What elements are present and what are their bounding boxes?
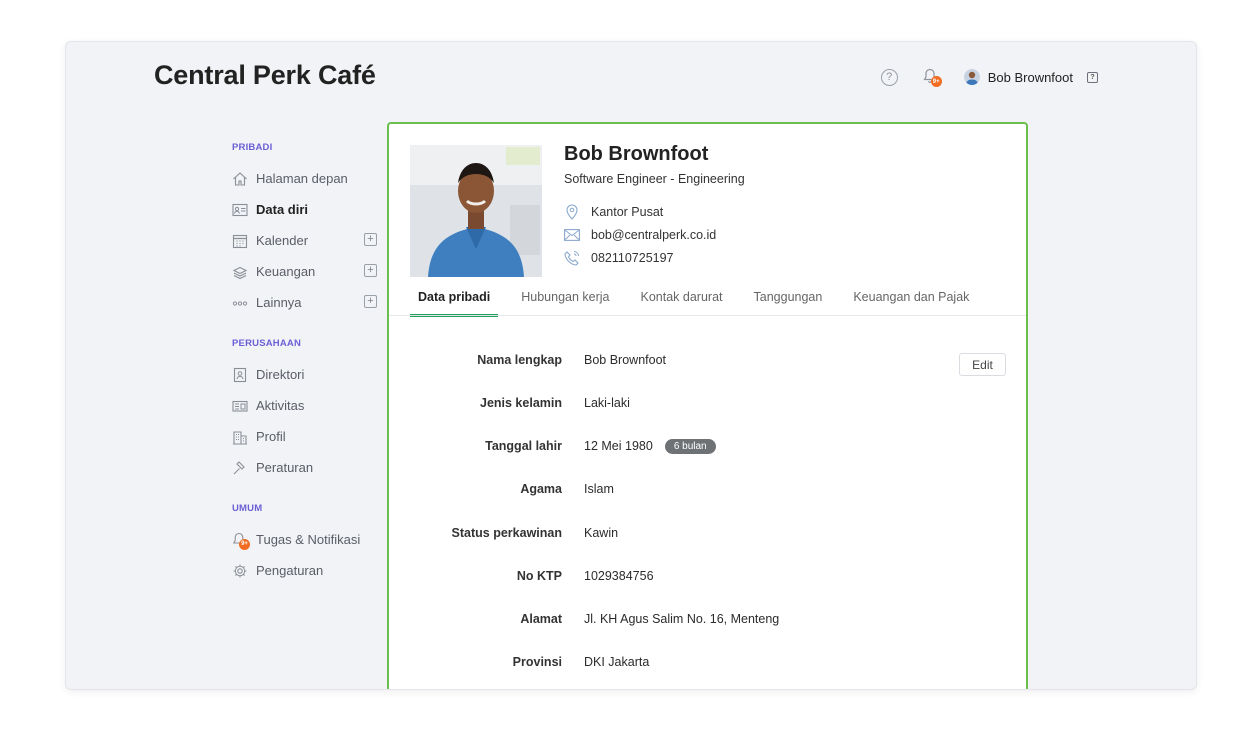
sidebar-item-label: Kalender	[256, 233, 309, 248]
sidebar-item-label: Aktivitas	[256, 398, 305, 413]
sidebar-item-aktivitas[interactable]: Aktivitas	[232, 390, 382, 421]
sidebar-item-label: Keuangan	[256, 264, 316, 279]
sidebar-item-data-diri[interactable]: Data diri	[232, 194, 382, 225]
task-badge: 9+	[239, 538, 250, 550]
top-bar: ? 9+ Bob Brownfoot ?	[880, 66, 1098, 88]
field-label: No KTP	[516, 569, 562, 583]
field-label: Jenis kelamin	[480, 396, 562, 410]
tab-hubungan-kerja[interactable]: Hubungan kerja	[513, 286, 617, 316]
home-icon	[232, 171, 248, 187]
field-value: Bob Brownfoot	[584, 353, 666, 367]
notification-badge: 9+	[930, 76, 942, 87]
field-row: Alamat Jl. KH Agus Salim No. 16, Menteng	[389, 610, 1026, 628]
calendar-icon	[232, 233, 248, 249]
field-row: Tanggal lahir 12 Mei 1980 6 bulan	[389, 437, 1026, 455]
sidebar-item-label: Peraturan	[256, 460, 314, 475]
sidebar-item-tugas-notifikasi[interactable]: 9+ Tugas & Notifikasi	[232, 524, 382, 555]
sidebar-item-profil[interactable]: Profil	[232, 421, 382, 452]
gavel-icon	[232, 460, 248, 476]
directory-icon	[232, 367, 248, 383]
field-value: 12 Mei 1980	[584, 439, 653, 453]
field-label: Tanggal lahir	[485, 439, 562, 453]
field-label: Provinsi	[512, 655, 562, 669]
field-value: DKI Jakarta	[584, 655, 650, 669]
sidebar-item-pengaturan[interactable]: Pengaturan	[232, 555, 382, 586]
field-row: Nama lengkap Bob Brownfoot	[389, 351, 1026, 369]
field-value: Laki-laki	[584, 396, 630, 410]
user-menu-icon[interactable]: ?	[1087, 71, 1098, 83]
field-label: Nama lengkap	[477, 353, 562, 367]
money-icon	[232, 264, 248, 280]
sidebar-item-label: Direktori	[256, 367, 305, 382]
activity-icon	[232, 398, 248, 414]
field-value: 1029384756	[584, 569, 654, 583]
field-value: Jl. KH Agus Salim No. 16, Menteng	[584, 612, 780, 626]
field-label: Agama	[520, 482, 562, 496]
section-label-perusahaan: PERUSAHAAN	[232, 338, 302, 349]
more-icon	[232, 295, 248, 311]
profile-photo	[410, 145, 542, 277]
age-badge: 6 bulan	[664, 438, 716, 454]
profile-email[interactable]: bob@centralperk.co.id	[591, 228, 716, 242]
tabs-divider	[389, 315, 1026, 316]
sidebar-item-label: Pengaturan	[256, 563, 324, 578]
profile-location-row: Kantor Pusat	[564, 203, 663, 221]
field-row: Status perkawinan Kawin	[389, 524, 1026, 542]
tab-data-pribadi[interactable]: Data pribadi	[410, 286, 499, 317]
sidebar-item-halaman-depan[interactable]: Halaman depan	[232, 163, 382, 194]
phone-icon	[564, 250, 580, 266]
field-label: Status perkawinan	[451, 526, 562, 540]
field-value: Islam	[584, 482, 614, 496]
help-icon[interactable]: ?	[880, 68, 898, 86]
profile-location: Kantor Pusat	[591, 205, 664, 219]
app-title: Central Perk Café	[154, 60, 376, 90]
profile-tabs: Data pribadi Hubungan kerja Kontak darur…	[410, 286, 1026, 317]
sidebar-item-label: Tugas & Notifikasi	[256, 532, 361, 547]
section-label-umum: UMUM	[232, 503, 263, 514]
sidebar-item-kalender[interactable]: Kalender +	[232, 225, 382, 256]
sidebar-item-label: Data diri	[256, 202, 309, 217]
field-label: Alamat	[520, 612, 562, 626]
field-row: Agama Islam	[389, 480, 1026, 498]
mail-icon	[564, 227, 580, 243]
sidebar-item-lainnya[interactable]: Lainnya +	[232, 287, 382, 318]
location-pin-icon	[564, 204, 580, 220]
sidebar-item-label: Lainnya	[256, 295, 302, 310]
notification-button[interactable]: 9+	[922, 67, 942, 87]
tab-tanggungan[interactable]: Tanggungan	[746, 286, 831, 316]
avatar[interactable]	[963, 69, 980, 85]
building-icon	[232, 429, 248, 445]
profile-name: Bob Brownfoot	[564, 143, 709, 165]
field-value-group: 12 Mei 1980 6 bulan	[584, 438, 716, 454]
sidebar-item-keuangan[interactable]: Keuangan +	[232, 256, 382, 287]
profile-phone[interactable]: 082110725197	[591, 251, 674, 265]
user-name[interactable]: Bob Brownfoot	[988, 70, 1073, 85]
bell-badge-icon: 9+	[232, 532, 250, 550]
id-card-icon	[232, 202, 248, 218]
expand-lainnya-icon[interactable]: +	[364, 295, 377, 308]
expand-kalender-icon[interactable]: +	[364, 233, 377, 246]
profile-phone-row: 082110725197	[564, 249, 674, 267]
section-label-pribadi: PRIBADI	[232, 142, 273, 153]
profile-card: Bob Brownfoot Software Engineer - Engine…	[387, 122, 1028, 689]
expand-keuangan-icon[interactable]: +	[364, 264, 377, 277]
sidebar-item-label: Halaman depan	[256, 171, 348, 186]
field-row: No KTP 1029384756	[389, 567, 1026, 585]
profile-email-row: bob@centralperk.co.id	[564, 226, 716, 244]
tab-keuangan-pajak[interactable]: Keuangan dan Pajak	[845, 286, 977, 316]
tab-kontak-darurat[interactable]: Kontak darurat	[633, 286, 731, 316]
sidebar-item-peraturan[interactable]: Peraturan	[232, 452, 382, 483]
field-value: Kawin	[584, 526, 619, 540]
sidebar-item-label: Profil	[256, 429, 286, 444]
field-row: Jenis kelamin Laki-laki	[389, 394, 1026, 412]
gear-icon	[232, 563, 248, 579]
app-window: Central Perk Café ? 9+ Bob Brownfoot ? P…	[65, 41, 1197, 690]
field-row: Provinsi DKI Jakarta	[389, 653, 1026, 671]
sidebar-item-direktori[interactable]: Direktori	[232, 359, 382, 390]
sidebar: PRIBADI Halaman depan Data diri Kalender…	[232, 142, 382, 586]
profile-job-title: Software Engineer - Engineering	[564, 172, 745, 186]
